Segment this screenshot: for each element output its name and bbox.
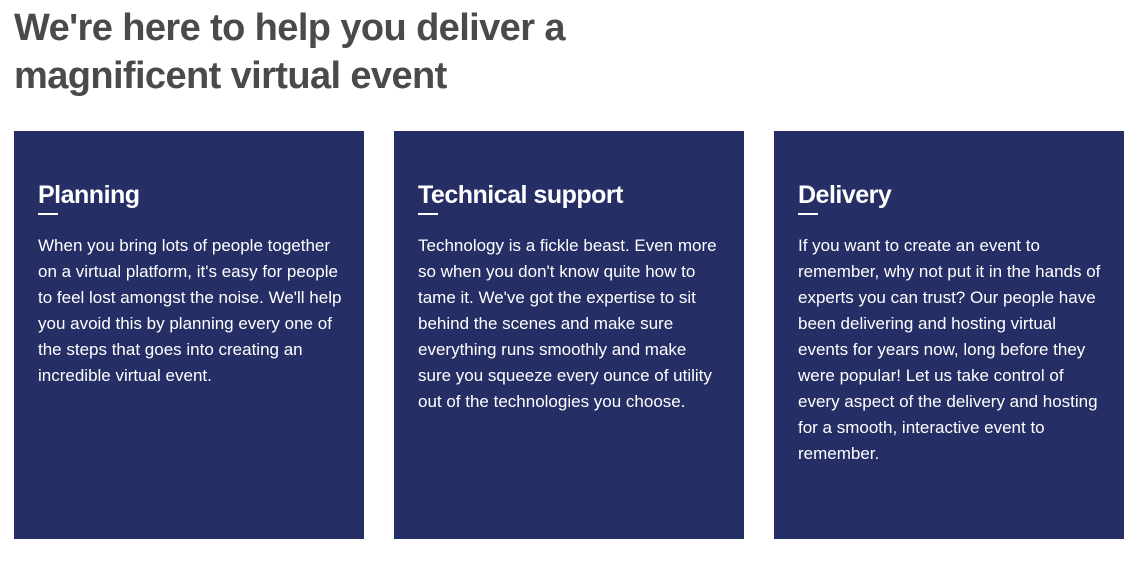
card-heading-planning: Planning xyxy=(38,181,140,209)
card-heading-technical-support: Technical support xyxy=(418,181,623,209)
card-body-technical-support: Technology is a fickle beast. Even more … xyxy=(418,236,717,411)
card-delivery: Delivery If you want to create an event … xyxy=(774,131,1124,539)
card-heading-delivery: Delivery xyxy=(798,181,892,209)
heading-underline xyxy=(418,213,438,215)
card-technical-support: Technical support Technology is a fickle… xyxy=(394,131,744,539)
card-planning: Planning When you bring lots of people t… xyxy=(14,131,364,539)
heading-underline xyxy=(38,213,58,215)
page-title: We're here to help you deliver a magnifi… xyxy=(14,7,565,97)
heading-underline xyxy=(798,213,818,215)
card-body-planning: When you bring lots of people together o… xyxy=(38,236,342,385)
card-body-delivery: If you want to create an event to rememb… xyxy=(798,236,1101,463)
services-cards: Planning When you bring lots of people t… xyxy=(14,131,1124,539)
